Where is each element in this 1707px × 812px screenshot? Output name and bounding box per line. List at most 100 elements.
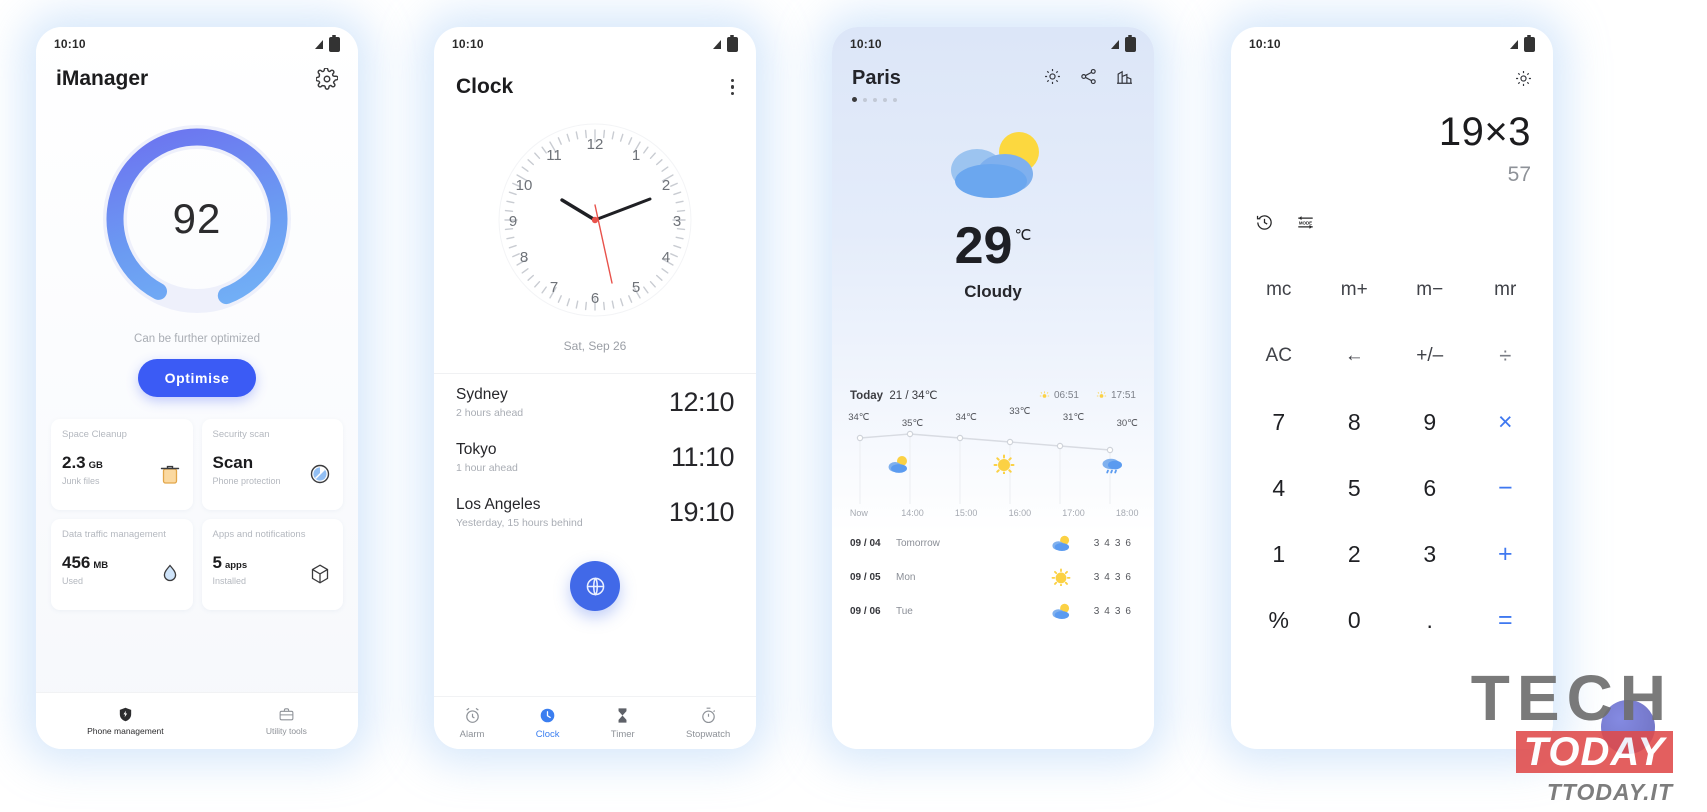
list-item[interactable]: Sydney 2 hours ahead 12:10 (434, 374, 756, 429)
daily-date: 09 / 04 (850, 537, 881, 549)
weather-header-actions (1043, 67, 1134, 86)
tile-security-scan[interactable]: Security scan Scan Phone protection (201, 419, 343, 510)
cloud-rain-icon (1102, 458, 1123, 474)
svg-text:9: 9 (509, 213, 517, 230)
tab-alarm[interactable]: Alarm (460, 706, 484, 740)
cube-icon (311, 564, 329, 584)
key-mc[interactable]: mc (1241, 260, 1317, 320)
hourly-forecast[interactable]: 34℃ Now 35℃ 14:00 34℃ 15:00 33℃ 16:00 31… (832, 406, 1154, 520)
key-minus[interactable]: − (1468, 458, 1544, 518)
tab-clock[interactable]: Clock (536, 706, 560, 740)
svg-text:MODE: MODE (1299, 220, 1312, 225)
sunset-group: 17:51 (1096, 390, 1136, 401)
key-percent[interactable]: % (1241, 590, 1317, 650)
key-1[interactable]: 1 (1241, 524, 1317, 584)
table-row[interactable]: 09 / 04 Tomorrow 3436 (850, 526, 1136, 560)
key-backspace[interactable]: ← (1317, 326, 1393, 386)
key-sign[interactable]: +/– (1392, 326, 1468, 386)
more-vertical-icon[interactable] (730, 78, 734, 96)
mode-icon[interactable]: MODE (1296, 213, 1315, 232)
hourly-time: 16:00 (1008, 508, 1032, 518)
add-world-clock-button[interactable] (570, 561, 620, 611)
key-mr[interactable]: mr (1468, 260, 1544, 320)
world-clock-city: Tokyo (456, 441, 497, 458)
tile-data-traffic[interactable]: Data traffic management 456 MB Used (51, 519, 193, 610)
world-clock-city: Sydney (456, 386, 508, 403)
key-2[interactable]: 2 (1317, 524, 1393, 584)
list-item[interactable]: Tokyo 1 hour ahead 11:10 (434, 429, 756, 484)
hourly-time: 18:00 (1115, 508, 1139, 518)
globe-icon (586, 576, 604, 596)
daily-high: 34 (1093, 605, 1115, 617)
key-ac[interactable]: AC (1241, 326, 1317, 386)
key-m-minus[interactable]: m− (1392, 260, 1468, 320)
daily-icon-slot (1048, 568, 1074, 586)
key-7[interactable]: 7 (1241, 392, 1317, 452)
sunset-time: 17:51 (1110, 389, 1136, 401)
hourly-columns: 34℃ Now 35℃ 14:00 34℃ 15:00 33℃ 16:00 31… (832, 406, 1154, 520)
page-title: Clock (456, 75, 514, 98)
analog-clock-face: 1212 345 678 91011 (498, 123, 692, 317)
share-icon[interactable] (1079, 67, 1098, 86)
signal-icon (315, 39, 323, 49)
today-label: Today (850, 390, 884, 402)
world-clock-list: Sydney 2 hours ahead 12:10 Tokyo 1 hour … (434, 373, 756, 539)
tab-stopwatch[interactable]: Stopwatch (686, 706, 730, 740)
world-clock-time: 19:10 (668, 497, 735, 527)
gear-icon[interactable] (316, 68, 338, 90)
today-summary: Today 21 / 34℃ 06:51 17:51 (832, 388, 1154, 403)
tile-title: Data traffic management (62, 529, 166, 540)
temperature-unit: ℃ (1014, 227, 1032, 244)
sunrise-icon (1039, 390, 1050, 398)
key-6[interactable]: 6 (1392, 458, 1468, 518)
key-8[interactable]: 8 (1317, 392, 1393, 452)
key-decimal[interactable]: . (1392, 590, 1468, 650)
key-0[interactable]: 0 (1317, 590, 1393, 650)
hourly-temp: 35℃ (901, 418, 924, 429)
nav-label: Phone management (87, 726, 164, 736)
key-plus[interactable]: + (1468, 524, 1544, 584)
tab-timer[interactable]: Timer (611, 706, 635, 740)
daily-low: 36 (1114, 571, 1136, 583)
clock-tab-bar: Alarm Clock Timer Stopwatch (434, 696, 756, 749)
tile-title: Apps and notifications (212, 529, 306, 540)
daily-forecast-list: 09 / 04 Tomorrow 3436 09 / 05 Mon 3436 0… (832, 526, 1154, 628)
key-equals[interactable]: = (1468, 590, 1544, 650)
city-list-icon[interactable] (1115, 67, 1134, 86)
history-icon[interactable] (1255, 213, 1274, 232)
current-weather-icon (933, 124, 1053, 210)
optimise-button[interactable]: Optimise (138, 359, 256, 397)
score-value: 92 (172, 195, 222, 242)
gear-icon[interactable] (1043, 67, 1062, 86)
hourly-time: 15:00 (954, 508, 978, 518)
key-multiply[interactable]: × (1468, 392, 1544, 452)
key-divide[interactable]: ÷ (1468, 326, 1544, 386)
tab-label: Timer (610, 729, 635, 740)
world-clock-time: 11:10 (670, 442, 735, 472)
status-time: 10:10 (850, 37, 882, 51)
screenshot-root: 10:10 iManager 92 Can be further optimiz… (0, 0, 1707, 812)
svg-text:4: 4 (662, 249, 670, 266)
sunrise-time: 06:51 (1053, 389, 1079, 401)
key-9[interactable]: 9 (1392, 392, 1468, 452)
tile-space-cleanup[interactable]: Space Cleanup 2.3 GB Junk files (51, 419, 193, 510)
gear-icon[interactable] (1514, 69, 1533, 88)
sidebar-item-phone-management[interactable]: Phone management (87, 706, 164, 736)
watermark-line3: TTODAY.IT (1546, 779, 1673, 805)
hourly-item: 33℃ 16:00 (993, 406, 1047, 520)
calculator-header (1231, 61, 1553, 88)
world-clock-delta: 1 hour ahead (456, 462, 518, 474)
key-5[interactable]: 5 (1317, 458, 1393, 518)
key-4[interactable]: 4 (1241, 458, 1317, 518)
list-item[interactable]: Los Angeles Yesterday, 15 hours behind 1… (434, 484, 756, 539)
toolbox-icon (279, 708, 294, 721)
status-time: 10:10 (452, 37, 484, 51)
key-m-plus[interactable]: m+ (1317, 260, 1393, 320)
nav-label: Utility tools (265, 726, 307, 736)
key-3[interactable]: 3 (1392, 524, 1468, 584)
hourly-time: 14:00 (901, 508, 924, 518)
table-row[interactable]: 09 / 05 Mon 3436 (850, 560, 1136, 594)
table-row[interactable]: 09 / 06 Tue 3436 (850, 594, 1136, 628)
sidebar-item-utility-tools[interactable]: Utility tools (266, 706, 307, 736)
tile-apps-notifications[interactable]: Apps and notifications 5 apps Installed (201, 519, 343, 610)
